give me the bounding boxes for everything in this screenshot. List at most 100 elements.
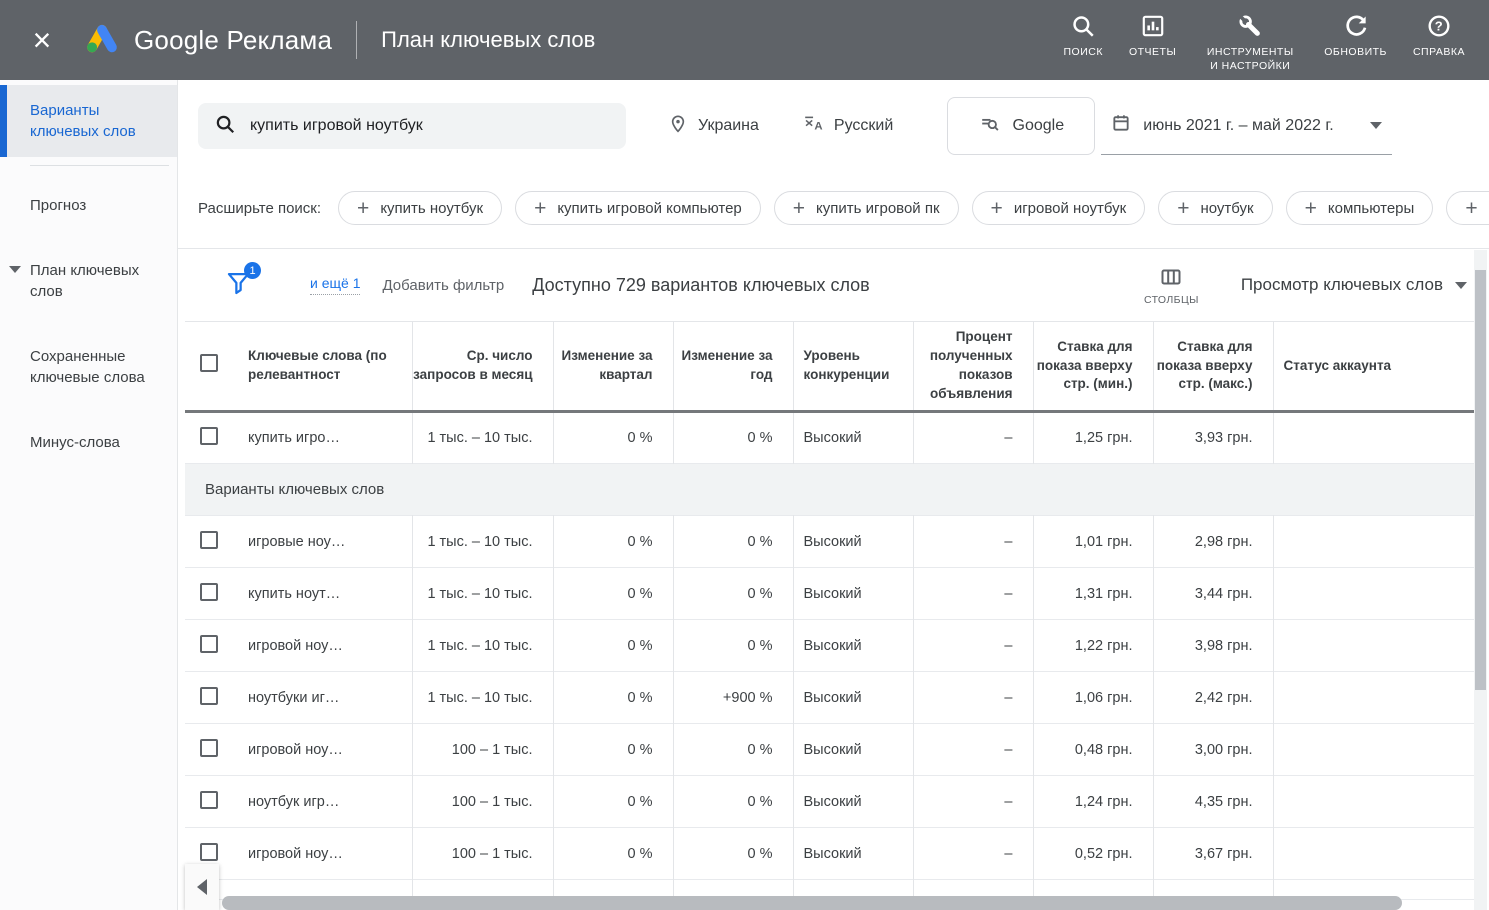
vertical-scrollbar-track[interactable] — [1474, 250, 1487, 910]
network-value: Google — [1013, 117, 1065, 135]
more-filters-link[interactable]: и ещё 1 — [310, 275, 360, 295]
table-header-row: Ключевые слова (по релевантност Ср. числ… — [185, 322, 1475, 412]
view-keywords-dropdown[interactable]: Просмотр ключевых слов — [1241, 275, 1467, 295]
sidebar-item-keyword-ideas[interactable]: Варианты ключевых слов — [0, 85, 177, 157]
col-header-quarterly-change[interactable]: Изменение за квартал — [553, 322, 673, 412]
search-action-button[interactable]: ПОИСК — [1064, 13, 1103, 60]
quarterly-cell: 0 % — [553, 620, 673, 672]
yoy-cell: 0 % — [673, 516, 793, 568]
keyword-chip[interactable]: + купить игровой компьютер — [515, 191, 761, 225]
filter-funnel-button[interactable]: 1 — [225, 269, 252, 301]
date-range-value: июнь 2021 г. – май 2022 г. — [1143, 117, 1333, 135]
chip-label: купить игровой компьютер — [557, 200, 741, 217]
location-pin-icon — [668, 114, 688, 139]
reports-button[interactable]: ОТЧЕТЫ — [1129, 13, 1176, 60]
sidebar-item-saved-keywords[interactable]: Сохраненные ключевые слова — [0, 333, 177, 401]
row-checkbox[interactable] — [200, 531, 218, 549]
col-header-top-bid-low[interactable]: Ставка для показа вверху стр. (мин.) — [1033, 322, 1153, 412]
translate-icon: A — [803, 113, 824, 139]
help-button[interactable]: ? СПРАВКА — [1413, 13, 1465, 60]
calendar-icon — [1111, 113, 1131, 138]
competition-cell: Высокий — [793, 412, 913, 464]
quarterly-cell: 0 % — [553, 412, 673, 464]
searches-cell: 100 – 1 тыс. — [412, 776, 553, 828]
vertical-scrollbar-thumb[interactable] — [1475, 270, 1486, 690]
add-filter-button[interactable]: Добавить фильтр — [382, 277, 504, 294]
chip-label: игровой ноутбук — [1014, 200, 1126, 217]
chip-label: ноутбук — [1200, 200, 1253, 217]
row-checkbox[interactable] — [200, 791, 218, 809]
col-header-account-status[interactable]: Статус аккаунта — [1273, 322, 1475, 412]
sidebar-item-label: Минус-слова — [30, 434, 120, 451]
topbar-actions: ПОИСК ОТЧЕТЫ ИНСТРУМЕНТЫ И — [1064, 7, 1466, 73]
impression-share-cell: – — [913, 568, 1033, 620]
bid-high-cell: 3,44 грн. — [1153, 568, 1273, 620]
keyword-search-box[interactable] — [198, 103, 626, 149]
searches-cell: 1 тыс. – 10 тыс. — [412, 620, 553, 672]
row-checkbox[interactable] — [200, 427, 218, 445]
keyword-chip[interactable]: + купить игровой пк — [774, 191, 959, 225]
sidebar-item-negative-keywords[interactable]: Минус-слова — [0, 419, 177, 466]
table-row: игровой ноу… 100 – 1 тыс. 0 % 0 % Высоки… — [185, 828, 1475, 880]
keyword-ideas-card: 1 и ещё 1 Добавить фильтр Доступно 729 в… — [178, 248, 1489, 910]
yoy-cell: 0 % — [673, 724, 793, 776]
quarterly-cell: 0 % — [553, 776, 673, 828]
searches-cell: 100 – 1 тыс. — [412, 828, 553, 880]
sidebar-item-keyword-plan[interactable]: План ключевых слов — [0, 247, 177, 315]
impression-share-cell: – — [913, 620, 1033, 672]
keyword-chip[interactable]: + компьютеры — [1286, 191, 1434, 225]
svg-text:A: A — [814, 121, 822, 133]
collapse-panel-button[interactable] — [185, 864, 219, 910]
bid-high-cell: 3,93 грн. — [1153, 412, 1273, 464]
col-header-yoy-change[interactable]: Изменение за год — [673, 322, 793, 412]
bid-high-cell: 2,42 грн. — [1153, 672, 1273, 724]
competition-cell: Высокий — [793, 776, 913, 828]
refresh-button[interactable]: ОБНОВИТЬ — [1324, 13, 1387, 60]
plus-icon: + — [991, 198, 1003, 219]
yoy-cell: 0 % — [673, 776, 793, 828]
refresh-label: ОБНОВИТЬ — [1324, 46, 1387, 60]
keyword-cell: купить игро… — [233, 412, 412, 464]
keyword-chip-partial[interactable]: + — [1446, 191, 1489, 225]
table-row: купить ноут… 1 тыс. – 10 тыс. 0 % 0 % Вы… — [185, 568, 1475, 620]
columns-icon — [1159, 265, 1183, 289]
yoy-cell: +900 % — [673, 672, 793, 724]
competition-cell: Высокий — [793, 672, 913, 724]
close-icon[interactable]: × — [24, 20, 60, 60]
columns-button[interactable]: СТОЛБЦЫ — [1144, 265, 1199, 306]
col-header-top-bid-high[interactable]: Ставка для показа вверху стр. (макс.) — [1153, 322, 1273, 412]
keyword-chip[interactable]: + купить ноутбук — [338, 191, 502, 225]
row-checkbox[interactable] — [200, 739, 218, 757]
row-checkbox[interactable] — [200, 583, 218, 601]
impression-share-cell: – — [913, 516, 1033, 568]
col-header-avg-searches[interactable]: Ср. число запросов в месяц — [412, 322, 553, 412]
row-checkbox[interactable] — [200, 635, 218, 653]
sidebar-item-label: Прогноз — [30, 197, 86, 214]
quarterly-cell: 0 % — [553, 724, 673, 776]
status-cell — [1273, 828, 1475, 880]
language-selector[interactable]: A Русский — [803, 113, 893, 139]
row-checkbox[interactable] — [200, 843, 218, 861]
table-row: ноутбуки иг… 1 тыс. – 10 тыс. 0 % +900 %… — [185, 672, 1475, 724]
network-selector[interactable]: Google — [947, 97, 1095, 155]
search-input[interactable] — [250, 117, 610, 135]
tools-settings-button[interactable]: ИНСТРУМЕНТЫ И НАСТРОЙКИ — [1202, 13, 1298, 73]
competition-cell: Высокий — [793, 828, 913, 880]
status-cell — [1273, 724, 1475, 776]
chevron-down-icon — [1370, 122, 1382, 129]
keyword-chip[interactable]: + игровой ноутбук — [972, 191, 1146, 225]
horizontal-scrollbar[interactable] — [222, 896, 1402, 910]
col-header-keyword[interactable]: Ключевые слова (по релевантност — [233, 322, 412, 412]
keyword-chip[interactable]: + ноутбук — [1158, 191, 1272, 225]
col-header-competition[interactable]: Уровень конкуренции — [793, 322, 913, 412]
row-checkbox[interactable] — [200, 687, 218, 705]
location-selector[interactable]: Украина — [668, 114, 759, 139]
sidebar-item-forecast[interactable]: Прогноз — [0, 182, 177, 229]
date-range-selector[interactable]: июнь 2021 г. – май 2022 г. — [1101, 97, 1391, 155]
plus-icon: + — [1305, 198, 1317, 219]
competition-cell: Высокий — [793, 724, 913, 776]
select-all-checkbox[interactable] — [200, 354, 218, 372]
col-header-impression-share[interactable]: Процент полученных показов объявления — [913, 322, 1033, 412]
chevron-down-icon — [1455, 282, 1467, 289]
keyword-cell: купить ноут… — [233, 568, 412, 620]
